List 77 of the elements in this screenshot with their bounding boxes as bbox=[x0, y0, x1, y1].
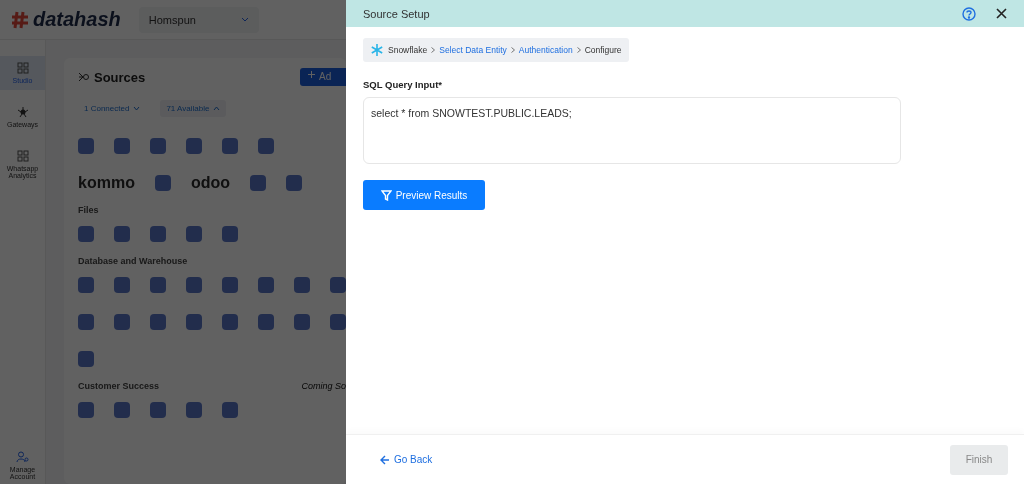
breadcrumb-item: Configure bbox=[584, 45, 622, 55]
source-logo-icon[interactable] bbox=[294, 276, 310, 293]
source-logo-icon[interactable] bbox=[186, 276, 202, 293]
snowflake-icon bbox=[370, 43, 384, 57]
source-logo-icon[interactable] bbox=[222, 225, 238, 242]
source-logo-icon[interactable] bbox=[114, 313, 130, 330]
brand-logo: datahash bbox=[33, 8, 121, 31]
field-label: SQL Query Input* bbox=[363, 79, 442, 90]
source-logo-icon[interactable] bbox=[78, 401, 94, 418]
source-logo-icon[interactable] bbox=[78, 137, 94, 154]
source-logo-icon[interactable] bbox=[78, 225, 94, 242]
close-icon bbox=[996, 8, 1007, 19]
source-logo-icon[interactable] bbox=[150, 313, 166, 330]
arrow-left-icon bbox=[380, 454, 390, 465]
source-logo-icon[interactable] bbox=[154, 174, 171, 191]
chevron-right-icon bbox=[510, 47, 515, 53]
help-button[interactable] bbox=[962, 6, 976, 21]
source-logo-icon[interactable] bbox=[114, 137, 130, 154]
source-logo-icon[interactable] bbox=[186, 401, 202, 418]
source-logo-icon[interactable] bbox=[294, 313, 310, 330]
source-logo-icon[interactable] bbox=[78, 313, 94, 330]
section-heading: Customer Success bbox=[78, 381, 160, 391]
source-logo-icon[interactable] bbox=[78, 276, 94, 293]
close-button[interactable] bbox=[996, 8, 1007, 19]
go-back-link[interactable]: Go Back bbox=[380, 454, 433, 465]
source-logo-icon[interactable] bbox=[286, 174, 302, 191]
breadcrumb-item[interactable]: Authentication bbox=[518, 45, 573, 55]
source-logo-icon[interactable] bbox=[330, 313, 346, 330]
coming-soon-note: Coming So bbox=[301, 381, 346, 391]
filter-tab[interactable]: 71 Available bbox=[160, 100, 227, 117]
hash-logo-icon bbox=[10, 9, 30, 30]
chevron-right-icon bbox=[576, 47, 581, 53]
grid-icon bbox=[16, 62, 29, 74]
source-logo-icon[interactable] bbox=[258, 276, 274, 293]
source-logo[interactable]: odoo bbox=[190, 173, 230, 192]
breadcrumb-item: Snowflake bbox=[388, 45, 428, 55]
source-logo-icon[interactable] bbox=[150, 225, 166, 242]
source-logo-icon[interactable] bbox=[222, 137, 238, 154]
source-logo-icon[interactable] bbox=[78, 350, 94, 367]
source-logo[interactable]: kommo bbox=[78, 173, 135, 192]
source-logo-icon[interactable] bbox=[186, 313, 202, 330]
source-logo-icon[interactable] bbox=[222, 313, 238, 330]
chevron-up-icon bbox=[213, 106, 221, 111]
source-logo-icon[interactable] bbox=[258, 137, 274, 154]
sources-title: Sources bbox=[94, 69, 146, 85]
add-button[interactable]: Ad bbox=[300, 68, 346, 86]
source-logo-icon[interactable] bbox=[114, 225, 130, 242]
source-logo-icon[interactable] bbox=[150, 276, 166, 293]
source-logo-icon[interactable] bbox=[114, 276, 130, 293]
section-heading: Files bbox=[78, 205, 99, 215]
filter-tab[interactable]: 1 Connected bbox=[78, 100, 147, 117]
source-logo-icon[interactable] bbox=[150, 137, 166, 154]
source-logo-icon[interactable] bbox=[330, 276, 346, 293]
source-logo-icon[interactable] bbox=[222, 276, 238, 293]
chevron-right-icon bbox=[431, 47, 436, 53]
chevron-down-icon bbox=[133, 106, 141, 111]
preview-results-button[interactable]: Preview Results bbox=[363, 180, 485, 210]
sql-query-input[interactable]: select * from SNOWTEST.PUBLIC.LEADS; bbox=[363, 97, 901, 164]
user-gear-icon bbox=[16, 451, 29, 463]
section-heading: Database and Warehouse bbox=[78, 256, 188, 266]
source-logo-icon[interactable] bbox=[222, 401, 238, 418]
source-logo-icon[interactable] bbox=[150, 401, 166, 418]
drawer-title: Source Setup bbox=[363, 7, 431, 20]
breadcrumb-item[interactable]: Select Data Entity bbox=[439, 45, 507, 55]
grid-icon bbox=[16, 150, 29, 162]
network-icon bbox=[16, 106, 29, 118]
source-logo-icon[interactable] bbox=[186, 137, 202, 154]
source-logo-icon[interactable] bbox=[258, 313, 274, 330]
plus-icon bbox=[308, 71, 315, 78]
chevron-down-icon bbox=[240, 17, 249, 22]
workspace-dropdown[interactable]: Homspun bbox=[138, 6, 259, 33]
source-logo-icon[interactable] bbox=[186, 225, 202, 242]
connector-icon bbox=[78, 71, 90, 83]
source-logo-icon[interactable] bbox=[114, 401, 130, 418]
filter-icon bbox=[380, 189, 392, 201]
help-icon bbox=[962, 6, 976, 21]
source-logo-icon[interactable] bbox=[250, 174, 266, 191]
